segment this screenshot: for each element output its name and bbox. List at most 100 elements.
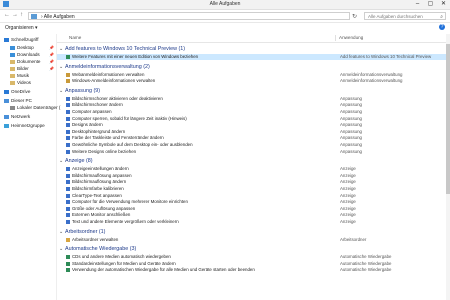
list-item[interactable]: Text und andere Elemente vergrößern oder… (57, 219, 450, 225)
sidebar-item[interactable]: Bilder 📌 (10, 65, 56, 72)
group-title: Anzeige (8) (65, 158, 93, 165)
group-header[interactable]: ⌄ Arbeitsordner (1) (59, 228, 105, 236)
organize-button[interactable]: Organisieren ▾ (5, 25, 38, 31)
task-name: Text und andere Elemente vergrößern oder… (72, 219, 179, 224)
list-item[interactable]: Verwendung der automatischen Wiedergabe … (57, 267, 450, 273)
list-item[interactable]: Computer anpassen Anpassung (57, 109, 450, 115)
sidebar-item[interactable]: Schnellzugriff (4, 36, 56, 43)
list-item[interactable]: CDs und andere Medien automatisch wieder… (57, 254, 450, 260)
task-icon (66, 173, 70, 178)
task-app: Add features to Windows 10 Technical Pre… (340, 54, 432, 59)
sidebar-item[interactable]: Dokumente 📌 (10, 58, 56, 65)
list-item[interactable]: Windows-Anmeldeinformationen verwalten An… (57, 78, 450, 84)
task-icon (66, 167, 70, 172)
help-icon[interactable]: ? (439, 24, 445, 30)
task-icon (66, 136, 70, 141)
sidebar-item[interactable]: Downloads 📌 (10, 51, 56, 58)
sidebar-item[interactable]: Dieser PC (4, 97, 56, 104)
task-icon (66, 149, 70, 154)
list-item[interactable]: Arbeitsordner verwalten Arbeitsordner (57, 237, 450, 243)
sidebar-item-label: Netzwerk (11, 114, 31, 119)
column-divider[interactable] (335, 35, 336, 41)
list-item[interactable]: Bildschirmfarbe kalibrieren Anzeige (57, 186, 450, 192)
pin-icon[interactable]: 📌 (49, 65, 54, 72)
group-header[interactable]: ⌄ Add features to Windows 10 Technical Pr… (59, 45, 185, 53)
sidebar-item-label: Videos (17, 80, 31, 85)
group-header[interactable]: ⌄ Anpassung (9) (59, 87, 100, 95)
list-item[interactable]: Bildschirmauflösung anpassen Anzeige (57, 173, 450, 179)
pin-icon[interactable]: 📌 (49, 58, 54, 65)
pin-icon[interactable]: 📌 (49, 44, 54, 51)
sidebar-item[interactable]: Lokaler Datenträger ( (10, 104, 60, 111)
sidebar-item-label: Desktop (17, 45, 34, 50)
list-item[interactable]: Anzeigeeinstellungen ändern Anzeige (57, 166, 450, 172)
list-item[interactable]: Gewöhnliche Symbole auf dem Desktop ein-… (57, 142, 450, 148)
pin-icon[interactable]: 📌 (49, 51, 54, 58)
sidebar-item[interactable]: Desktop 📌 (10, 44, 56, 51)
task-name: Bildschirmfarbe kalibrieren (72, 186, 124, 191)
list-item[interactable]: Computer sperren, sobald für längere Zei… (57, 116, 450, 122)
sidebar-item-label: Dieser PC (11, 98, 32, 103)
group-header[interactable]: ⌄ Anmeldeinformationsverwaltung (2) (59, 63, 150, 71)
group-header[interactable]: ⌄ Automatische Wiedergabe (3) (59, 245, 136, 253)
list-item[interactable]: Externen Monitor anschließen Anzeige (57, 212, 450, 218)
group-header[interactable]: ⌄ Anzeige (8) (59, 157, 93, 165)
scrollbar[interactable] (446, 34, 450, 300)
sidebar-item-label: Schnellzugriff (11, 37, 39, 42)
list-item[interactable]: Farbe der Taskleiste und Fensterränder ä… (57, 135, 450, 141)
list-item[interactable]: Computer für die Verwendung mehrerer Mon… (57, 199, 450, 205)
task-name: Computer anpassen (72, 109, 112, 114)
group-title: Arbeitsordner (1) (65, 228, 106, 235)
list-item[interactable]: ClearType-Text anpassen Anzeige (57, 193, 450, 199)
search-input[interactable]: Alle Aufgaben durchsuchen ⌕ (364, 12, 446, 20)
control-panel-icon (31, 14, 37, 19)
task-name: CDs und andere Medien automatisch wieder… (72, 254, 171, 260)
task-icon (66, 129, 70, 134)
task-name: Gewöhnliche Symbole auf dem Desktop ein-… (72, 142, 193, 147)
task-app: Anpassung (340, 128, 362, 134)
column-app[interactable]: Anwendung (339, 34, 363, 42)
list-item[interactable]: Desktophintergrund ändern Anpassung (57, 129, 450, 135)
folder-icon (4, 37, 9, 42)
list-item[interactable]: Webanmeldeinformationen verwalten Anmelde… (57, 72, 450, 78)
task-app: Anpassung (340, 109, 362, 114)
address-field[interactable]: › Alle Aufgaben (28, 12, 350, 20)
group-title: Anpassung (9) (65, 87, 101, 94)
task-icon (66, 143, 70, 147)
scrollbar-thumb[interactable] (446, 44, 450, 194)
sidebar-item[interactable]: OneDrive (4, 88, 56, 95)
column-name[interactable]: Name (69, 34, 81, 42)
list-item[interactable]: Designs ändern Anpassung (57, 122, 450, 128)
list-item[interactable]: Größe oder Auflösung anpassen Anzeige (57, 206, 450, 212)
up-button[interactable]: ↑ (20, 12, 23, 18)
sidebar-item[interactable]: Musik (10, 72, 56, 79)
sidebar-item[interactable]: Heimnetzgruppe (4, 122, 56, 129)
task-app: Anzeige (340, 199, 356, 205)
group-title: Automatische Wiedergabe (3) (65, 246, 137, 253)
task-name: Farbe der Taskleiste und Fensterränder ä… (72, 135, 164, 141)
sidebar-item[interactable]: Videos (10, 79, 56, 86)
sidebar-item[interactable]: Netzwerk (4, 113, 56, 120)
list-item[interactable]: Weitere Designs online beziehen Anpassung (57, 149, 450, 155)
back-button[interactable]: ← (4, 12, 10, 18)
task-app: Anzeige (340, 212, 356, 218)
task-icon (66, 110, 70, 114)
task-app: Anpassung (340, 142, 362, 147)
list-item[interactable]: Bildschirmschoner aktivieren oder deakti… (57, 96, 450, 102)
forward-button[interactable]: → (12, 12, 18, 18)
task-app: Automatische Wiedergabe (340, 267, 392, 273)
task-app: Anpassung (340, 95, 362, 101)
list-item[interactable]: Weitere Features mit einer neuen Edition… (57, 54, 450, 60)
task-icon (66, 55, 70, 59)
folder-icon (4, 123, 9, 128)
search-placeholder: Alle Aufgaben durchsuchen (368, 14, 423, 19)
folder-icon (4, 89, 9, 94)
list-item[interactable]: Bildschirmauflösung ändern Anzeige (57, 179, 450, 185)
maximize-button[interactable]: ▢ (424, 0, 437, 9)
task-icon (66, 116, 70, 121)
list-item[interactable]: Bildschirmschoner ändern Anpassung (57, 102, 450, 108)
close-button[interactable]: ✕ (437, 0, 450, 9)
minimize-button[interactable]: – (411, 0, 424, 9)
list-item[interactable]: Standardeinstellungen für Medien und Ger… (57, 261, 450, 267)
refresh-button[interactable]: ↻ (352, 13, 357, 20)
